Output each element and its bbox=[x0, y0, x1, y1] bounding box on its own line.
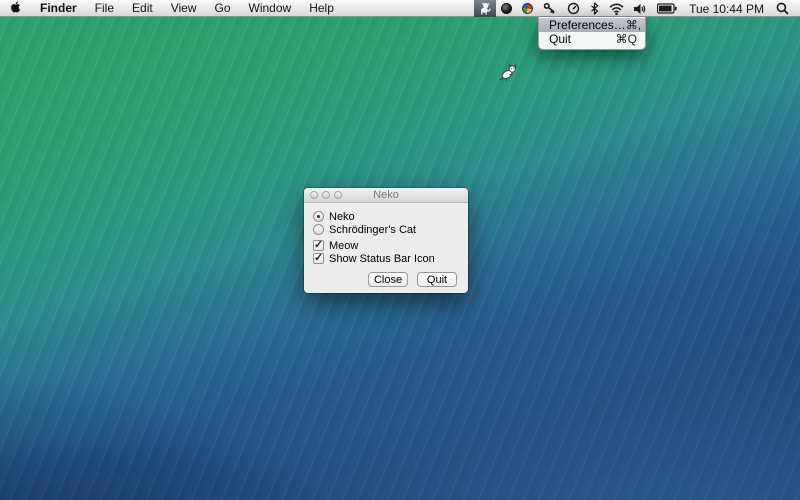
spotlight-status-item[interactable] bbox=[771, 0, 794, 17]
spotlight-search-icon bbox=[776, 2, 789, 15]
menu-row-label: Quit bbox=[549, 32, 571, 46]
menu-bar-clock[interactable]: Tue 10:44 PM bbox=[682, 2, 771, 16]
dark-ball-icon bbox=[501, 3, 512, 14]
menu-row-label: Preferences… bbox=[549, 18, 626, 32]
bluetooth-status-item[interactable] bbox=[585, 0, 604, 17]
quit-button[interactable]: Quit bbox=[417, 272, 457, 287]
menu-row-shortcut: ⌘, bbox=[626, 18, 641, 32]
neko-cat-sprite[interactable] bbox=[496, 62, 519, 85]
menu-item-view[interactable]: View bbox=[162, 0, 206, 16]
menu-item-window[interactable]: Window bbox=[240, 0, 301, 16]
menu-bar-left: Finder File Edit View Go Window Help bbox=[0, 0, 343, 16]
minimize-window-icon[interactable] bbox=[322, 191, 330, 199]
radio-row-schroedingers-cat[interactable]: Schrödinger's Cat bbox=[313, 223, 416, 236]
window-controls bbox=[310, 191, 342, 199]
menu-row-shortcut: ⌘Q bbox=[616, 32, 637, 46]
volume-status-item[interactable] bbox=[629, 0, 652, 17]
menu-item-edit[interactable]: Edit bbox=[123, 0, 162, 16]
close-window-icon[interactable] bbox=[310, 191, 318, 199]
neko-status-item[interactable] bbox=[474, 0, 496, 17]
wifi-icon bbox=[609, 3, 624, 15]
menu-item-file[interactable]: File bbox=[86, 0, 123, 16]
wifi-status-item[interactable] bbox=[604, 0, 629, 17]
radio-label: Neko bbox=[329, 211, 355, 223]
menu-item-finder[interactable]: Finder bbox=[31, 0, 86, 16]
dark-ball-status-item[interactable] bbox=[496, 0, 517, 17]
desktop-wallpaper: Finder File Edit View Go Window Help bbox=[0, 0, 800, 500]
battery-status-item[interactable] bbox=[652, 0, 682, 17]
checkbox-label: Show Status Bar Icon bbox=[329, 253, 435, 265]
checkbox-meow[interactable] bbox=[313, 240, 324, 251]
menu-row-quit[interactable]: Quit ⌘Q bbox=[539, 32, 645, 46]
checkbox-label: Meow bbox=[329, 240, 358, 252]
radio-button-schroedingers-cat[interactable] bbox=[313, 224, 324, 235]
menu-bar: Finder File Edit View Go Window Help bbox=[0, 0, 800, 17]
radio-label: Schrödinger's Cat bbox=[329, 224, 416, 236]
neko-window: Neko Neko Schrödinger's Cat Meow Show St… bbox=[304, 188, 468, 293]
battery-icon bbox=[657, 3, 677, 14]
volume-icon bbox=[634, 3, 647, 15]
menu-row-preferences[interactable]: Preferences… ⌘, bbox=[539, 18, 645, 32]
radio-button-neko[interactable] bbox=[313, 211, 324, 222]
color-wheel-icon bbox=[522, 3, 533, 14]
status-dropdown-menu: Preferences… ⌘, Quit ⌘Q bbox=[538, 17, 646, 50]
neko-status-icon bbox=[479, 2, 491, 15]
menu-item-help[interactable]: Help bbox=[300, 0, 343, 16]
close-button[interactable]: Close bbox=[368, 272, 408, 287]
window-titlebar[interactable]: Neko bbox=[304, 188, 468, 203]
color-wheel-status-item[interactable] bbox=[517, 0, 538, 17]
key-status-item[interactable] bbox=[538, 0, 562, 17]
bluetooth-icon bbox=[590, 2, 599, 15]
apple-logo-icon bbox=[10, 0, 22, 17]
menu-item-go[interactable]: Go bbox=[206, 0, 240, 16]
compass-icon bbox=[567, 2, 580, 15]
zoom-window-icon[interactable] bbox=[334, 191, 342, 199]
compass-status-item[interactable] bbox=[562, 0, 585, 17]
apple-menu[interactable] bbox=[0, 0, 31, 16]
key-icon bbox=[543, 2, 557, 15]
checkbox-show-status-bar-icon[interactable] bbox=[313, 253, 324, 264]
radio-row-neko[interactable]: Neko bbox=[313, 210, 355, 223]
checkbox-row-show-status-bar-icon[interactable]: Show Status Bar Icon bbox=[313, 252, 435, 265]
menu-bar-status-area: Tue 10:44 PM bbox=[474, 0, 794, 17]
